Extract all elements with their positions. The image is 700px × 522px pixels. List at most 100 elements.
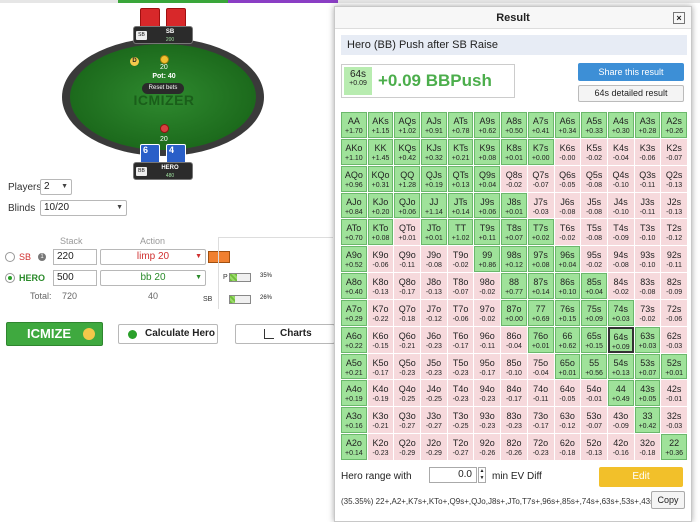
hand-cell[interactable]: Q8o -0.17 (394, 273, 421, 299)
hand-cell[interactable]: J2s -0.13 (661, 192, 687, 219)
hand-cell[interactable]: Q4o -0.25 (394, 380, 421, 407)
hand-cell[interactable]: J6o -0.23 (421, 326, 447, 353)
hand-cell[interactable]: Q8s -0.02 (501, 165, 527, 192)
sb-stack-input[interactable]: 220 (53, 249, 97, 265)
hand-cell[interactable]: 73o -0.17 (527, 407, 554, 434)
spinner-arrows-icon[interactable]: ▲ ▼ (478, 467, 486, 483)
hand-cell[interactable]: T3o -0.25 (447, 407, 474, 434)
hand-cell[interactable]: K5s -0.02 (581, 138, 607, 165)
hand-cell[interactable]: A4o +0.19 (341, 380, 367, 407)
hand-cell[interactable]: Q4s -0.10 (607, 165, 634, 192)
hand-cell[interactable]: K9s +0.08 (474, 138, 501, 165)
hand-cell[interactable]: Q5o -0.23 (394, 353, 421, 380)
share-button[interactable]: Share this result (578, 63, 684, 81)
hand-cell[interactable]: A7s +0.41 (527, 112, 554, 138)
edit-button[interactable]: Edit (599, 467, 683, 487)
hand-cell[interactable]: T7o -0.06 (447, 299, 474, 326)
hand-cell[interactable]: 94s -0.08 (607, 246, 634, 273)
hand-cell[interactable]: A3s +0.28 (634, 112, 661, 138)
hand-cell[interactable]: QTs +0.13 (447, 165, 474, 192)
hand-cell[interactable]: T6o -0.17 (447, 326, 474, 353)
hand-cell[interactable]: 82s -0.09 (661, 273, 687, 299)
hand-cell[interactable]: 63o -0.12 (554, 407, 581, 434)
hand-cell[interactable]: 97o -0.02 (474, 299, 501, 326)
hand-cell[interactable]: A9s +0.62 (474, 112, 501, 138)
hand-cell[interactable]: J3o -0.27 (421, 407, 447, 434)
hand-cell[interactable]: K6s -0.00 (554, 138, 581, 165)
hand-cell[interactable]: K4s -0.04 (607, 138, 634, 165)
hand-cell[interactable]: ATo +0.70 (341, 219, 367, 246)
hand-cell[interactable]: 95o -0.17 (474, 353, 501, 380)
hand-cell[interactable]: 62o -0.18 (554, 434, 581, 460)
hand-cell[interactable]: 93o -0.23 (474, 407, 501, 434)
hand-cell[interactable]: AA +1.70 (341, 112, 367, 138)
hand-cell[interactable]: J3s -0.11 (634, 192, 661, 219)
hand-cell[interactable]: K2o -0.23 (367, 434, 394, 460)
hand-cell[interactable]: T2s -0.12 (661, 219, 687, 246)
copy-button[interactable]: Copy (651, 491, 685, 509)
hand-cell[interactable]: JJ +1.14 (421, 192, 447, 219)
sb-action-select[interactable]: limp 20 ▼ (100, 249, 206, 265)
hand-cell[interactable]: Q2o -0.29 (394, 434, 421, 460)
hand-cell[interactable]: 64o -0.05 (554, 380, 581, 407)
hero-stack-input[interactable]: 500 (53, 270, 97, 286)
hand-cell[interactable]: A8s +0.50 (501, 112, 527, 138)
hand-cell[interactable]: AJs +0.91 (421, 112, 447, 138)
hand-cell[interactable]: KJo +0.20 (367, 192, 394, 219)
hand-cell[interactable]: 74o -0.11 (527, 380, 554, 407)
hand-cell[interactable]: J9s +0.06 (474, 192, 501, 219)
hand-cell[interactable]: 33 +0.42 (634, 407, 661, 434)
hand-cell[interactable]: 65s +0.15 (581, 326, 607, 353)
hand-cell[interactable]: J4s -0.10 (607, 192, 634, 219)
hand-cell[interactable]: 54s +0.13 (607, 353, 634, 380)
hand-cell[interactable]: J7o -0.12 (421, 299, 447, 326)
hand-cell[interactable]: 66 +0.62 (554, 326, 581, 353)
hand-cell[interactable]: 86s +0.10 (554, 273, 581, 299)
hand-cell[interactable]: QTo +0.01 (394, 219, 421, 246)
hand-cell[interactable]: 32o -0.18 (634, 434, 661, 460)
hand-cell[interactable]: Q6s -0.05 (554, 165, 581, 192)
hero-seat[interactable]: BB HERO 480 (133, 162, 193, 180)
hand-cell[interactable]: 83o -0.23 (501, 407, 527, 434)
hand-cell[interactable]: Q6o -0.21 (394, 326, 421, 353)
hand-cell[interactable]: J6s -0.08 (554, 192, 581, 219)
hand-cell[interactable]: 84s -0.02 (607, 273, 634, 299)
hand-cell[interactable]: K6o -0.15 (367, 326, 394, 353)
hand-cell[interactable]: JTs +0.14 (447, 192, 474, 219)
hand-cell[interactable]: K7s +0.00 (527, 138, 554, 165)
hand-cell[interactable]: 97s +0.08 (527, 246, 554, 273)
hand-cell[interactable]: T4s -0.09 (607, 219, 634, 246)
hand-cell[interactable]: 82o -0.26 (501, 434, 527, 460)
hand-cell[interactable]: 95s -0.02 (581, 246, 607, 273)
hand-cell[interactable]: 75o -0.04 (527, 353, 554, 380)
hand-cell[interactable]: QJo +0.06 (394, 192, 421, 219)
hand-cell[interactable]: 98o -0.02 (474, 273, 501, 299)
hand-cell[interactable]: T2o -0.27 (447, 434, 474, 460)
hand-cell[interactable]: K9o -0.06 (367, 246, 394, 273)
hand-cell[interactable]: 53s +0.07 (634, 353, 661, 380)
hand-cell[interactable]: 94o -0.23 (474, 380, 501, 407)
hand-cell[interactable]: Q2s -0.13 (661, 165, 687, 192)
hand-cell[interactable]: K5o -0.17 (367, 353, 394, 380)
hand-cell[interactable]: 65o +0.01 (554, 353, 581, 380)
hand-cell[interactable]: T5s -0.08 (581, 219, 607, 246)
hand-cell[interactable]: T9o -0.02 (447, 246, 474, 273)
hand-cell[interactable]: 96s +0.04 (554, 246, 581, 273)
hand-cell[interactable]: 83s -0.08 (634, 273, 661, 299)
hand-cell[interactable]: 42o -0.16 (607, 434, 634, 460)
hand-cell[interactable]: QJs +0.19 (421, 165, 447, 192)
sb-radio[interactable] (5, 252, 15, 262)
hand-cell[interactable]: T3s -0.10 (634, 219, 661, 246)
hand-cell[interactable]: A8o +0.40 (341, 273, 367, 299)
hand-cell[interactable]: Q7o -0.18 (394, 299, 421, 326)
hand-cell[interactable]: 72s -0.06 (661, 299, 687, 326)
hand-cell[interactable]: KTs +0.21 (447, 138, 474, 165)
hero-radio[interactable] (5, 273, 15, 283)
hand-cell[interactable]: K2s -0.07 (661, 138, 687, 165)
hand-cell[interactable]: 73s -0.02 (634, 299, 661, 326)
hand-cell[interactable]: 72o -0.23 (527, 434, 554, 460)
hand-cell[interactable]: 52o -0.13 (581, 434, 607, 460)
hand-cell[interactable]: 87s +0.14 (527, 273, 554, 299)
ev-diff-input[interactable]: 0.0 (429, 467, 477, 483)
hand-cell[interactable]: J2o -0.29 (421, 434, 447, 460)
